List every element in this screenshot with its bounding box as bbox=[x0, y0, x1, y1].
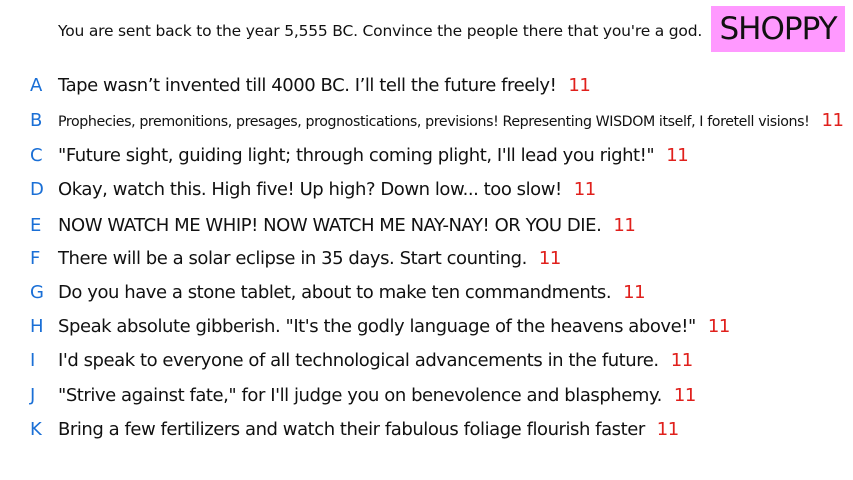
answer-score: 11 bbox=[673, 384, 696, 406]
answer-text-body: "Future sight, guiding light; through co… bbox=[58, 144, 655, 166]
answer-letter: I bbox=[30, 349, 36, 371]
answer-score: 11 bbox=[623, 281, 646, 303]
answer-letter: D bbox=[30, 178, 44, 200]
answer-text: "Future sight, guiding light; through co… bbox=[58, 144, 689, 166]
answer-text-body: Prophecies, premonitions, presages, prog… bbox=[58, 113, 810, 130]
answer-letter: A bbox=[30, 74, 43, 96]
answer-text-body: There will be a solar eclipse in 35 days… bbox=[58, 247, 527, 269]
answer-score: 11 bbox=[656, 418, 679, 440]
answer-text: Okay, watch this. High five! Up high? Do… bbox=[58, 179, 596, 200]
answer-score: 11 bbox=[707, 315, 730, 337]
answer-score: 11 bbox=[670, 349, 693, 371]
answer-text-body: Okay, watch this. High five! Up high? Do… bbox=[58, 178, 562, 200]
answer-text: NOW WATCH ME WHIP! NOW WATCH ME NAY-NAY!… bbox=[58, 214, 636, 236]
answer-text-body: "Strive against fate," for I'll judge yo… bbox=[58, 384, 662, 406]
answer-text: Tape wasn’t invented till 4000 BC. I’ll … bbox=[58, 74, 591, 96]
answer-letter: G bbox=[30, 281, 44, 303]
answer-score: 11 bbox=[573, 178, 596, 200]
answer-letter: J bbox=[30, 384, 36, 406]
answer-text: Bring a few fertilizers and watch their … bbox=[58, 419, 679, 440]
answer-letter: H bbox=[30, 315, 44, 337]
answer-score: 11 bbox=[821, 109, 844, 131]
answer-text: "Strive against fate," for I'll judge yo… bbox=[58, 385, 696, 406]
answer-score: 11 bbox=[666, 144, 689, 166]
answer-score: 11 bbox=[568, 74, 591, 96]
answer-letter: E bbox=[30, 214, 42, 236]
answer-text: Do you have a stone tablet, about to mak… bbox=[58, 281, 646, 303]
answer-letter: K bbox=[30, 418, 42, 440]
answer-text: I'd speak to everyone of all technologic… bbox=[58, 350, 693, 371]
answer-letter: F bbox=[30, 247, 41, 269]
answer-letter: C bbox=[30, 144, 43, 166]
prompt-text: You are sent back to the year 5,555 BC. … bbox=[58, 22, 703, 40]
answer-text: Speak absolute gibberish. "It's the godl… bbox=[58, 316, 730, 337]
answer-text-body: Do you have a stone tablet, about to mak… bbox=[58, 281, 612, 303]
answer-text-body: Bring a few fertilizers and watch their … bbox=[58, 418, 645, 440]
answer-score: 11 bbox=[613, 214, 636, 236]
brand-badge: SHOPPY bbox=[711, 6, 845, 52]
answer-text-body: Tape wasn’t invented till 4000 BC. I’ll … bbox=[58, 74, 557, 96]
answer-letter: B bbox=[30, 109, 43, 131]
answer-score: 11 bbox=[538, 247, 561, 269]
answer-text-body: I'd speak to everyone of all technologic… bbox=[58, 349, 659, 371]
answer-text-body: NOW WATCH ME WHIP! NOW WATCH ME NAY-NAY!… bbox=[58, 214, 602, 236]
answer-text: There will be a solar eclipse in 35 days… bbox=[58, 248, 561, 269]
answer-text: Prophecies, premonitions, presages, prog… bbox=[58, 110, 844, 131]
answer-text-body: Speak absolute gibberish. "It's the godl… bbox=[58, 315, 696, 337]
